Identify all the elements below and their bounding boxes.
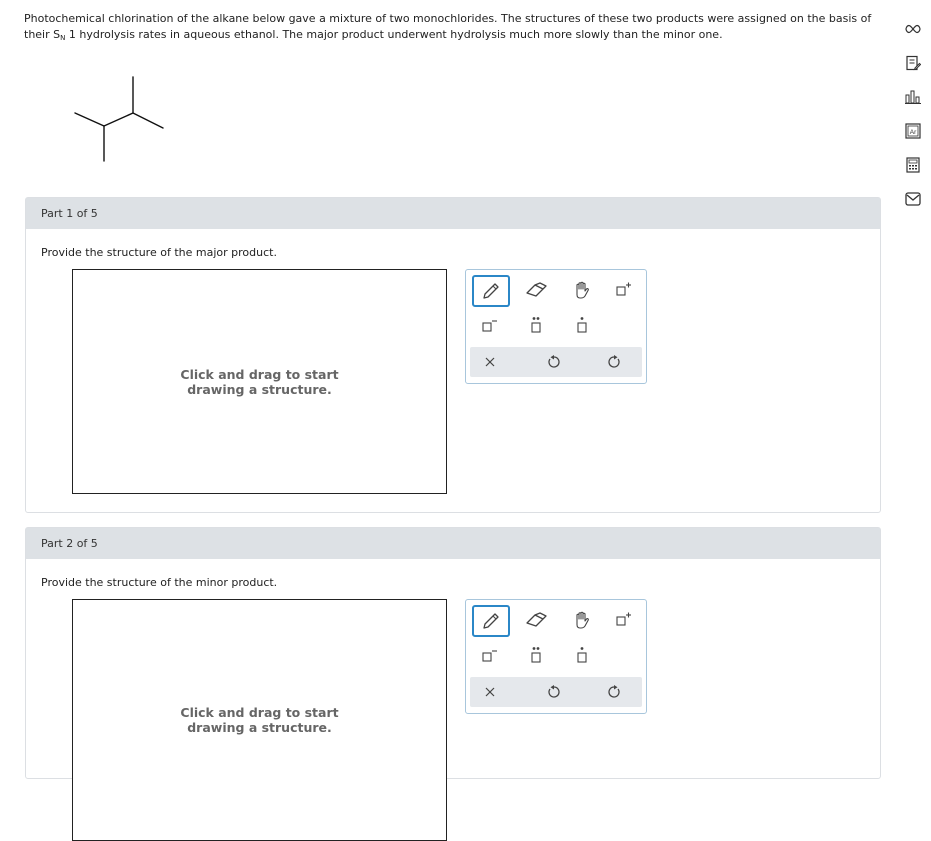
- clear-icon[interactable]: [472, 347, 508, 377]
- infinity-icon[interactable]: [898, 14, 928, 44]
- hand-icon[interactable]: [564, 605, 600, 635]
- pencil-icon[interactable]: [472, 275, 510, 307]
- part-2-drawing-canvas[interactable]: Click and drag to start drawing a struct…: [72, 599, 447, 841]
- radical-icon[interactable]: [564, 641, 600, 671]
- part-1-drawing-canvas[interactable]: Click and drag to start drawing a struct…: [72, 269, 447, 494]
- eraser-icon[interactable]: [518, 605, 554, 635]
- calculator-icon[interactable]: [898, 150, 928, 180]
- sn-symbol: SN: [53, 28, 66, 42]
- part-2-header: Part 2 of 5: [26, 528, 880, 559]
- part-2-prompt: Provide the structure of the minor produ…: [41, 576, 278, 589]
- question-text-part-2: 1 hydrolysis rates in aqueous ethanol. T…: [68, 28, 723, 41]
- part-2-panel: Part 2 of 5 Provide the structure of the…: [25, 527, 881, 841]
- lone-pair-icon[interactable]: [518, 641, 554, 671]
- part-1-toolbox: [465, 269, 647, 384]
- part-1-header-label: Part 1 of 5: [41, 207, 98, 220]
- svg-text:Ar: Ar: [910, 129, 917, 136]
- redo-icon[interactable]: [596, 677, 632, 707]
- part-2-toolbox: [465, 599, 647, 714]
- hand-icon[interactable]: [564, 275, 600, 305]
- part-2-header-label: Part 2 of 5: [41, 537, 98, 550]
- question-text: Photochemical chlorination of the alkane…: [24, 11, 874, 46]
- lone-pair-icon[interactable]: [518, 311, 554, 341]
- undo-icon[interactable]: [536, 677, 572, 707]
- remove-atom-icon[interactable]: [472, 641, 508, 671]
- clear-icon[interactable]: [472, 677, 508, 707]
- notebook-icon[interactable]: [898, 48, 928, 78]
- right-rail: Ar: [898, 14, 928, 218]
- remove-atom-icon[interactable]: [472, 311, 508, 341]
- periodic-table-icon[interactable]: Ar: [898, 116, 928, 146]
- canvas-hint: Click and drag to start drawing a struct…: [180, 705, 339, 735]
- part-1-header: Part 1 of 5: [26, 198, 880, 229]
- canvas-hint: Click and drag to start drawing a struct…: [180, 366, 339, 397]
- chart-icon[interactable]: [898, 82, 928, 112]
- pencil-icon[interactable]: [472, 605, 510, 637]
- alkane-structure: [74, 76, 164, 162]
- undo-icon[interactable]: [536, 347, 572, 377]
- part-1-prompt: Provide the structure of the major produ…: [41, 246, 277, 259]
- eraser-icon[interactable]: [518, 275, 554, 305]
- radical-icon[interactable]: [564, 311, 600, 341]
- redo-icon[interactable]: [596, 347, 632, 377]
- add-atom-icon[interactable]: [606, 605, 642, 635]
- add-atom-icon[interactable]: [606, 275, 642, 305]
- mail-icon[interactable]: [898, 184, 928, 214]
- part-1-panel: Part 1 of 5 Provide the structure of the…: [25, 197, 881, 513]
